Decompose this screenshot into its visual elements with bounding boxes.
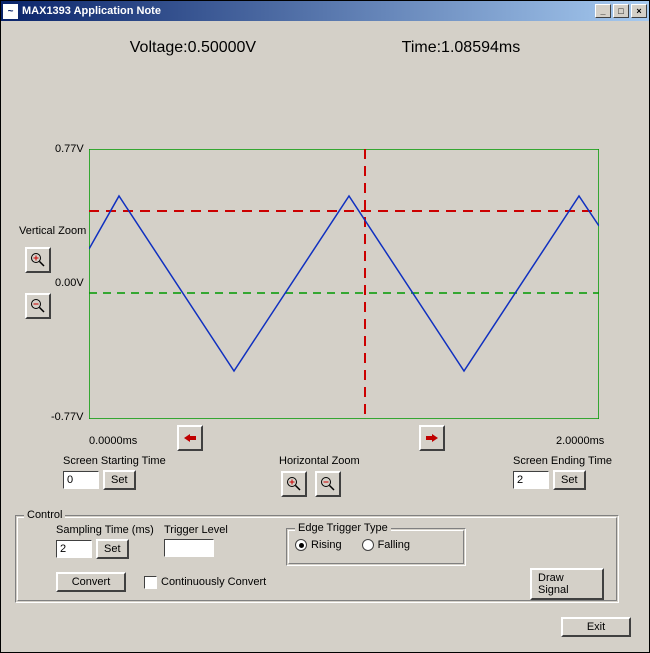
control-group-title: Control: [24, 509, 65, 521]
horizontal-zoom-label: Horizontal Zoom: [279, 455, 360, 467]
end-time-input[interactable]: [513, 471, 549, 489]
y-axis-mid: 0.00V: [55, 277, 84, 289]
readouts: Voltage:0.50000V Time:1.08594ms: [17, 31, 633, 63]
edge-trigger-title: Edge Trigger Type: [295, 522, 391, 534]
client-area: Voltage:0.50000V Time:1.08594ms 0.77V 0.…: [1, 21, 649, 652]
end-time-set-button[interactable]: Set: [553, 470, 586, 490]
start-time-input[interactable]: [63, 471, 99, 489]
vertical-zoom-label: Vertical Zoom: [19, 225, 86, 237]
y-axis-bot: -0.77V: [51, 411, 83, 423]
edge-trigger-rising[interactable]: Rising: [295, 539, 342, 551]
exit-button[interactable]: Exit: [561, 617, 631, 637]
end-time-label: Screen Ending Time: [513, 455, 612, 467]
x-axis-left: 0.0000ms: [89, 435, 137, 447]
vertical-zoom-in-button[interactable]: [25, 247, 51, 273]
x-axis-right: 2.0000ms: [556, 435, 604, 447]
app-icon: ~: [3, 4, 18, 19]
trigger-level-input[interactable]: [164, 539, 214, 557]
app-window: ~ MAX1393 Application Note _ □ × Voltage…: [0, 0, 650, 653]
horizontal-zoom-out-button[interactable]: [315, 471, 341, 497]
start-time-set-button[interactable]: Set: [103, 470, 136, 490]
start-time-label: Screen Starting Time: [63, 455, 166, 467]
edge-trigger-falling[interactable]: Falling: [362, 539, 410, 551]
edge-trigger-group: Edge Trigger Type Rising Falling: [286, 528, 466, 566]
close-button[interactable]: ×: [631, 4, 647, 18]
y-axis-top: 0.77V: [55, 143, 84, 155]
sampling-time-set-button[interactable]: Set: [96, 539, 129, 559]
minimize-button[interactable]: _: [595, 4, 611, 18]
pan-right-button[interactable]: [419, 425, 445, 451]
titlebar: ~ MAX1393 Application Note _ □ ×: [1, 1, 649, 21]
time-readout: Time:1.08594ms: [402, 39, 521, 57]
sampling-time-input[interactable]: [56, 540, 92, 558]
horizontal-zoom-in-button[interactable]: [281, 471, 307, 497]
trigger-level-label: Trigger Level: [164, 524, 228, 536]
draw-signal-button[interactable]: Draw Signal: [530, 568, 604, 600]
pan-left-button[interactable]: [177, 425, 203, 451]
window-title: MAX1393 Application Note: [22, 5, 161, 17]
plot-area[interactable]: [89, 149, 599, 419]
voltage-readout: Voltage:0.50000V: [130, 39, 256, 57]
continuously-convert-label: Continuously Convert: [161, 576, 266, 588]
continuously-convert-checkbox[interactable]: [144, 576, 157, 589]
convert-button[interactable]: Convert: [56, 572, 126, 592]
maximize-button[interactable]: □: [613, 4, 629, 18]
vertical-zoom-out-button[interactable]: [25, 293, 51, 319]
control-group: Control Sampling Time (ms) Set Trigger L…: [15, 515, 619, 603]
sampling-time-label: Sampling Time (ms): [56, 524, 154, 536]
